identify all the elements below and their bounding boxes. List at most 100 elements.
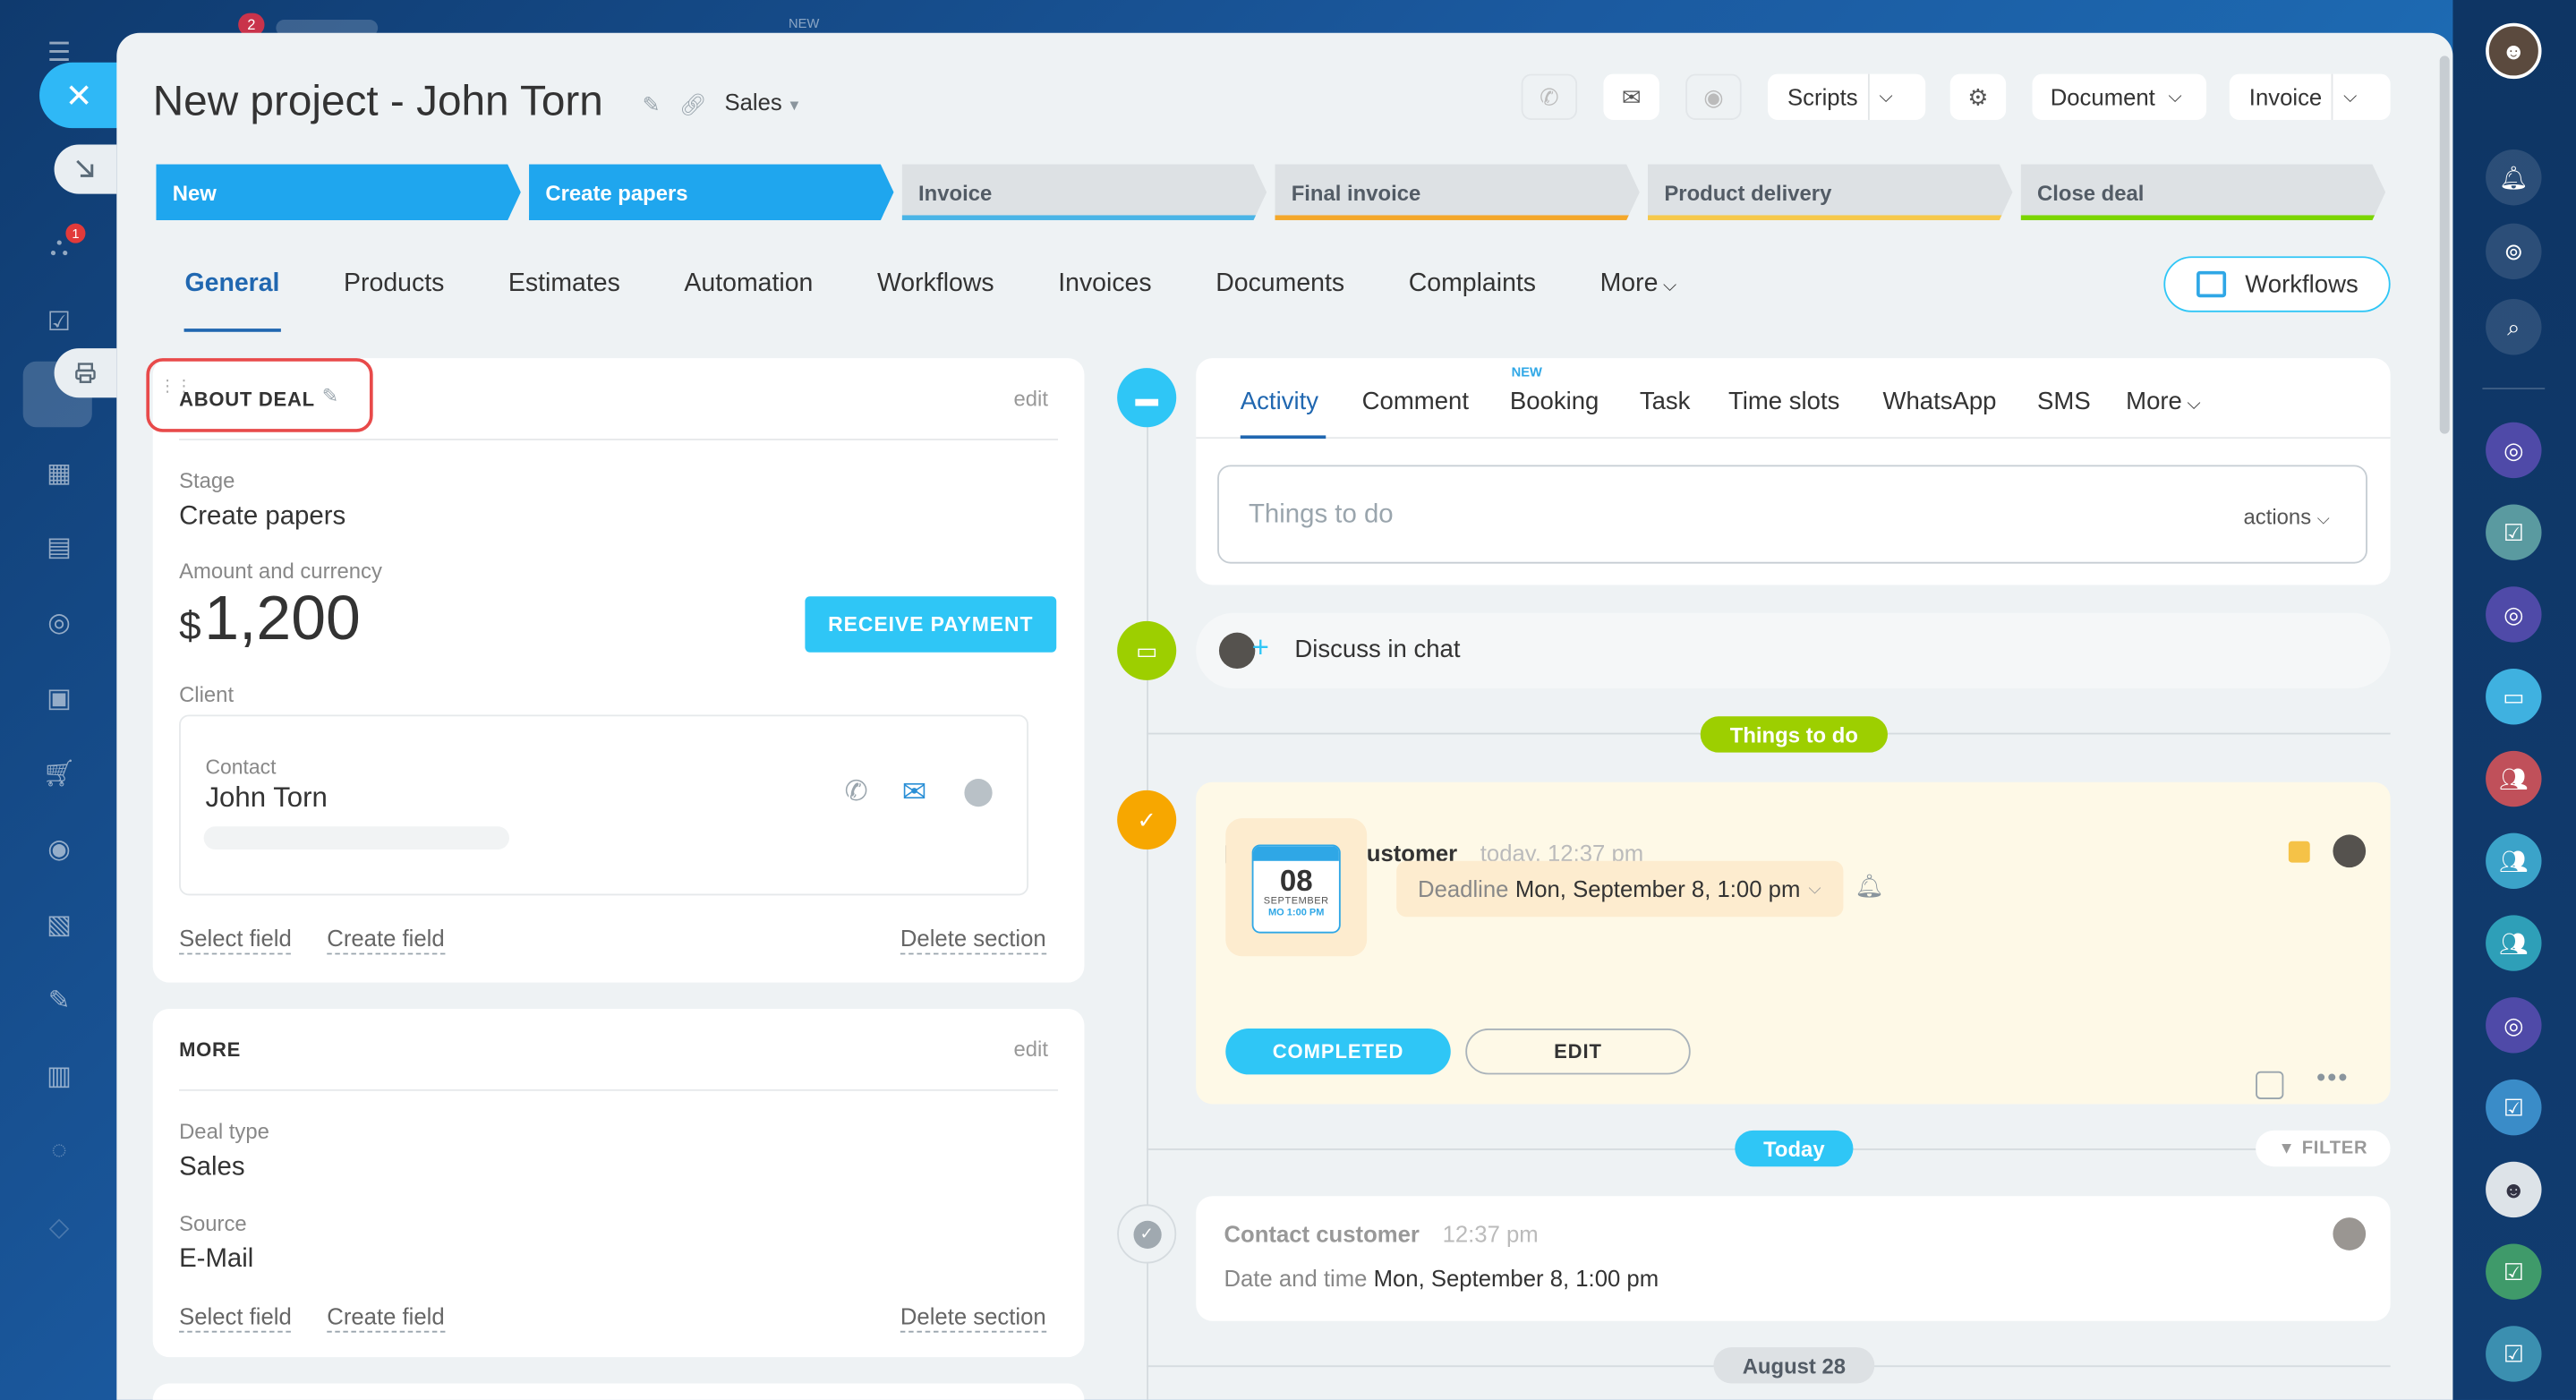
activity-tab-booking[interactable]: Booking [1510, 388, 1599, 415]
more-options-icon[interactable]: ••• [2316, 1064, 2349, 1094]
about-deal-edit-link[interactable]: edit [1014, 386, 1048, 411]
deadline-selector[interactable]: Deadline Mon, September 8, 1:00 pm ⌵ [1396, 860, 1844, 918]
edit-title-icon[interactable]: ✎ [643, 92, 661, 117]
things-to-do-input[interactable]: Things to do actions ⌵ [1217, 465, 2367, 564]
call-button[interactable]: ✆ [1521, 73, 1578, 120]
history-avatar[interactable] [2333, 1217, 2367, 1251]
document-button[interactable]: Document ⌵ [2032, 73, 2207, 120]
activity-tab-comment[interactable]: Comment [1362, 388, 1469, 415]
settings-button[interactable]: ⚙ [1949, 73, 2007, 120]
sidebar-item-marketing[interactable]: ◎ [39, 603, 79, 643]
sidebar-item-misc[interactable]: ◌ [39, 1132, 79, 1172]
contact-email-icon[interactable]: ✉ [902, 775, 927, 810]
scrollbar[interactable] [2439, 55, 2450, 434]
chat-avatar-12[interactable]: ☑ [2486, 1326, 2542, 1382]
sidebar-item-docs[interactable]: ▧ [39, 905, 79, 944]
add-participant-icon[interactable]: + [1252, 631, 1269, 666]
tab-estimates[interactable]: Estimates [476, 260, 653, 319]
filter-button[interactable]: ▼ FILTER [2256, 1130, 2391, 1167]
pipeline-stage-5[interactable]: Product delivery [1648, 165, 2012, 220]
activity-tab-time-slots[interactable]: Time slots [1728, 388, 1839, 415]
delete-section-link[interactable]: Delete section [900, 1303, 1046, 1333]
user-avatar[interactable]: ☻ [2486, 22, 2542, 80]
more-edit-link[interactable]: edit [1014, 1037, 1048, 1062]
pipeline-stage-3[interactable]: Invoice [902, 165, 1267, 220]
sidebar-item-cube[interactable]: ◇ [39, 1208, 79, 1247]
chat-avatar-6[interactable]: 👥︎ [2486, 832, 2542, 890]
chat-avatar-7[interactable]: 👥︎ [2486, 915, 2542, 971]
edit-section-icon[interactable]: ✎ [322, 385, 338, 408]
email-button[interactable]: ✉ [1603, 73, 1659, 120]
amount-value[interactable]: $1,200 [179, 585, 361, 655]
chat-avatar-8[interactable]: ◎ [2486, 997, 2542, 1054]
collapse-button[interactable] [54, 144, 117, 194]
chat-button[interactable]: ◉ [1685, 73, 1742, 120]
invoice-button[interactable]: Invoice ⌵ [2229, 73, 2391, 120]
note-icon[interactable] [2256, 1071, 2284, 1099]
deal-type-value[interactable]: Sales [179, 1154, 244, 1183]
tab-complaints[interactable]: Complaints [1377, 260, 1568, 319]
chat-avatar-10[interactable]: ☻ [2486, 1161, 2542, 1218]
chat-avatar-1[interactable]: ◎ [2486, 422, 2542, 479]
chat-avatar-9[interactable]: ☑ [2486, 1079, 2542, 1136]
delete-section-link[interactable]: Delete section [900, 925, 1046, 955]
reminder-bell-icon[interactable]: 🔔︎ [1855, 873, 1884, 901]
workflows-button[interactable]: Workflows [2163, 256, 2391, 312]
sidebar-item-sign[interactable]: ✎ [39, 981, 79, 1020]
sidebar-item-contact-center[interactable]: ▣ [39, 679, 79, 718]
chat-avatar-2[interactable]: ☑ [2486, 504, 2542, 560]
activity-tab-activity[interactable]: Activity [1241, 388, 1318, 415]
sidebar-item-tasks[interactable]: ☑ [39, 303, 79, 342]
select-field-link[interactable]: Select field [179, 1303, 292, 1333]
chevron-down-icon[interactable]: ⌵ [2343, 86, 2357, 107]
chat-avatar-3[interactable]: ◎ [2486, 586, 2542, 643]
discuss-in-chat[interactable]: + Discuss in chat [1196, 612, 2391, 689]
activity-tab-more[interactable]: More ⌵ [2126, 388, 2201, 415]
history-title[interactable]: Contact customer [1224, 1221, 1419, 1247]
completed-button[interactable]: COMPLETED [1225, 1029, 1451, 1075]
todo-responsible-avatar[interactable] [2333, 834, 2367, 868]
tab-workflows[interactable]: Workflows [845, 260, 1026, 319]
contact-name[interactable]: John Torn [205, 782, 327, 815]
tab-automation[interactable]: Automation [653, 260, 846, 319]
copilot-icon[interactable]: ⊚ [2486, 223, 2542, 280]
category-selector[interactable]: Sales ▼ [724, 89, 801, 115]
contact-chat-icon[interactable] [964, 779, 993, 807]
receive-payment-button[interactable]: RECEIVE PAYMENT [805, 596, 1057, 653]
tab-invoices[interactable]: Invoices [1026, 260, 1183, 319]
chevron-down-icon[interactable]: ⌵ [1879, 86, 1892, 107]
sidebar-item-store[interactable]: ▤ [39, 527, 79, 567]
sidebar-item-shop[interactable]: 🛒︎ [39, 754, 79, 793]
sidebar-item-analytics[interactable]: ▥ [39, 1056, 79, 1096]
contact-call-icon[interactable]: ✆ [844, 775, 867, 808]
tab-general[interactable]: General [153, 260, 312, 332]
print-button[interactable] [54, 348, 117, 398]
chat-avatar-5[interactable]: 👥︎ [2486, 750, 2542, 807]
edit-button[interactable]: EDIT [1465, 1029, 1691, 1075]
chat-avatar-4[interactable]: ▭ [2486, 669, 2542, 725]
activity-tab-whatsapp[interactable]: WhatsApp [1882, 388, 1996, 415]
activity-tab-sms[interactable]: SMS [2037, 388, 2091, 415]
pipeline-stage-4[interactable]: Final invoice [1275, 165, 1639, 220]
pipeline-stage-1[interactable]: New [156, 165, 520, 220]
todo-color-tag[interactable] [2288, 841, 2310, 863]
scripts-button[interactable]: Scripts ⌵ [1767, 73, 1926, 120]
pipeline-stage-6[interactable]: Close deal [2021, 165, 2385, 220]
close-slider-button[interactable]: ✕ [39, 62, 119, 129]
tab-products[interactable]: Products [311, 260, 476, 319]
chat-avatar-11[interactable]: ☑ [2486, 1243, 2542, 1300]
notifications-icon[interactable]: 🔔︎ [2486, 149, 2542, 206]
tab-more[interactable]: More ⌵ [1568, 260, 1709, 319]
source-value[interactable]: E-Mail [179, 1245, 253, 1275]
search-chat-icon[interactable]: ⌕ [2486, 299, 2542, 355]
actions-dropdown[interactable]: actions ⌵ [2244, 504, 2330, 529]
activity-tab-task[interactable]: Task [1640, 388, 1691, 415]
pipeline-stage-2[interactable]: Create papers [529, 165, 893, 220]
sidebar-item-bot[interactable]: ◉ [39, 830, 79, 869]
stage-value[interactable]: Create papers [179, 503, 345, 533]
select-field-link[interactable]: Select field [179, 925, 292, 955]
create-field-link[interactable]: Create field [327, 925, 445, 955]
sidebar-item-calendar[interactable]: ▦ [39, 454, 79, 493]
create-field-link[interactable]: Create field [327, 1303, 445, 1333]
copy-link-icon[interactable]: 🔗︎ [679, 92, 706, 117]
